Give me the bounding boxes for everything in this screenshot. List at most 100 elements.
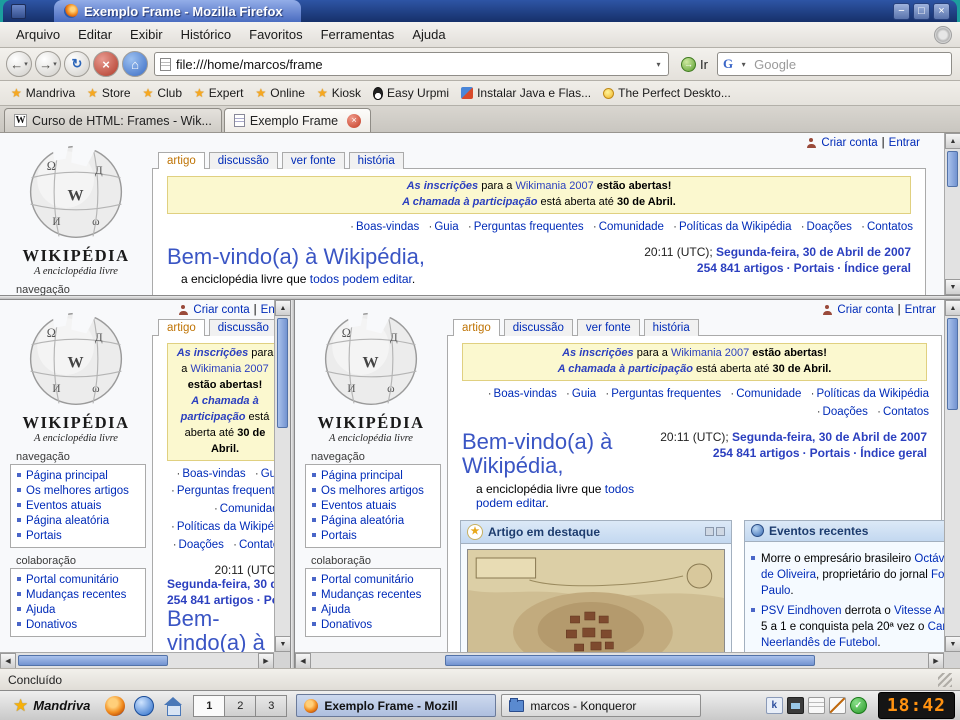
quicklink-perguntas[interactable]: Perguntas frequentes [177,485,274,497]
tab-discussao-label[interactable]: discussão [218,322,269,334]
date-link[interactable]: Segunda-feira, 30 de Abril de 2007 [716,245,911,259]
sidebar-link-pagina-aleatoria[interactable]: Página aleatória [321,515,404,527]
tab-artigo[interactable]: artigo [158,319,205,336]
sidebar-link-portal-comunitario[interactable]: Portal comunitário [26,574,119,586]
tray-kde-icon[interactable] [766,697,783,714]
bookmark-store[interactable]: Store [82,84,135,102]
notice-link[interactable]: Wikimania 2007 [515,180,593,192]
bookmark-instalar-java[interactable]: Instalar Java e Flas... [456,84,596,102]
taskbar-button-konqueror[interactable]: marcos - Konqueror [501,694,701,717]
article-count-link[interactable]: 254 841 artigos [167,593,254,607]
login-link[interactable]: Entrar [889,137,920,149]
sidebar-link-portais[interactable]: Portais [26,530,62,542]
tab-close-button[interactable] [347,114,361,128]
sidebar-link-mudancas-recentes[interactable]: Mudanças recentes [321,589,421,601]
scroll-up-button[interactable] [275,300,290,316]
box-tool-icon[interactable] [716,527,725,536]
scroll-left-button[interactable] [295,653,311,668]
notice-link[interactable]: As inscrições [562,347,634,359]
scroll-right-button[interactable] [258,653,274,668]
sidebar-link-donativos[interactable]: Donativos [26,619,77,631]
vertical-scrollbar[interactable] [944,300,960,652]
quicklink-contatos[interactable]: Contatos [239,539,274,551]
sidebar-link-eventos-atuais[interactable]: Eventos atuais [321,500,396,512]
tab-discussao-label[interactable]: discussão [513,322,564,334]
featured-article-image[interactable] [467,549,725,652]
quicklink-boas-vindas[interactable]: Boas-vindas [494,388,557,400]
sidebar-link-mudancas-recentes[interactable]: Mudanças recentes [26,589,126,601]
menu-ferramentas[interactable]: Ferramentas [313,24,403,45]
go-button[interactable]: Ir [675,52,714,76]
bookmark-mandriva[interactable]: Mandriva [6,84,80,102]
tray-pen-icon[interactable] [829,697,846,714]
notice-link[interactable]: A chamada à participação [402,196,537,208]
scrollbar-thumb[interactable] [947,318,958,410]
bookmark-expert[interactable]: Expert [189,84,248,102]
menu-historico[interactable]: Histórico [173,24,240,45]
url-dropdown-button[interactable] [651,54,666,74]
search-engine-dropdown[interactable] [736,54,751,74]
menu-editar[interactable]: Editar [70,24,120,45]
quicklink-boas-vindas[interactable]: Boas-vindas [356,221,419,233]
login-link[interactable]: Entrar [261,304,274,316]
taskbar-clock[interactable]: 18:42 [878,692,955,719]
quicklink-politicas[interactable]: Políticas da Wikipédia [177,521,274,533]
scroll-up-button[interactable] [945,133,960,149]
back-button[interactable] [6,51,32,77]
scrollbar-thumb[interactable] [445,655,815,666]
window-menu-button[interactable] [11,4,26,19]
quicklink-guia[interactable]: Guia [261,468,274,480]
quicklink-politicas[interactable]: Políticas da Wikipédia [679,221,792,233]
maximize-button[interactable] [913,3,930,20]
notice-link[interactable]: A chamada à participação [558,363,693,375]
scroll-left-button[interactable] [0,653,16,668]
tab-discussao[interactable]: discussão [209,152,278,169]
wikipedia-logo[interactable]: Ω W Д И ω WIKIPÉDIA A enciclopédia livre [0,300,152,444]
tab-artigo[interactable]: artigo [158,152,205,169]
indice-geral-link[interactable]: Índice geral [844,261,911,275]
menu-favoritos[interactable]: Favoritos [241,24,310,45]
stop-button[interactable] [93,51,119,77]
menu-ajuda[interactable]: Ajuda [404,24,453,45]
wikipedia-logo[interactable]: Ω W Д И ω WIKIPÉDIA A enciclopédia livre [0,133,152,277]
tab-artigo-label[interactable]: artigo [462,322,491,334]
scroll-down-button[interactable] [945,279,960,295]
create-account-link[interactable]: Criar conta [837,304,893,316]
sidebar-link-portais[interactable]: Portais [321,530,357,542]
scrollbar-thumb[interactable] [277,318,288,428]
tab-historia-label[interactable]: história [358,155,395,167]
tab-artigo-label[interactable]: artigo [167,322,196,334]
pager-desktop-1[interactable]: 1 [193,695,225,717]
date-link[interactable]: Segunda-feira, 30 de Abril de 2007 [167,577,274,591]
scroll-right-button[interactable] [928,653,944,668]
quicklink-perguntas[interactable]: Perguntas frequentes [611,388,721,400]
article-count-link[interactable]: 254 841 artigos [713,446,800,460]
tab-discussao-label[interactable]: discussão [218,155,269,167]
sidebar-link-melhores-artigos[interactable]: Os melhores artigos [26,485,129,497]
quicklink-guia[interactable]: Guia [434,221,458,233]
quicklink-guia[interactable]: Guia [572,388,596,400]
event-link[interactable]: PSV Eindhoven [761,605,842,617]
sidebar-link-donativos[interactable]: Donativos [321,619,372,631]
wikipedia-logo[interactable]: Ω W Д И ω WIKIPÉDIA A enciclopédia livre [295,300,447,444]
login-link[interactable]: Entrar [905,304,936,316]
tray-updates-icon[interactable] [850,697,867,714]
quicklink-contatos[interactable]: Contatos [883,406,929,418]
tab-curso-html[interactable]: Curso de HTML: Frames - Wik... [4,108,222,132]
bookmark-perfect-desktop[interactable]: The Perfect Deskto... [598,84,736,102]
portais-link[interactable]: Portais [794,261,835,275]
quicklink-comunidade[interactable]: Comunidade [220,503,274,515]
date-link[interactable]: Segunda-feira, 30 de Abril de 2007 [732,430,927,444]
sidebar-link-portal-comunitario[interactable]: Portal comunitário [321,574,414,586]
address-bar[interactable] [154,52,669,76]
quicklink-doacoes[interactable]: Doações [807,221,852,233]
sidebar-link-pagina-principal[interactable]: Página principal [321,470,403,482]
notice-link[interactable]: Wikimania 2007 [190,363,268,375]
quicklink-politicas[interactable]: Políticas da Wikipédia [817,388,930,400]
horizontal-scrollbar[interactable] [0,652,274,668]
quicklink-comunidade[interactable]: Comunidade [736,388,801,400]
vertical-scrollbar[interactable] [274,300,290,652]
todos-podem-editar-link[interactable]: todos podem editar [310,272,412,286]
launcher-home[interactable] [161,694,185,718]
tab-artigo[interactable]: artigo [453,319,500,336]
